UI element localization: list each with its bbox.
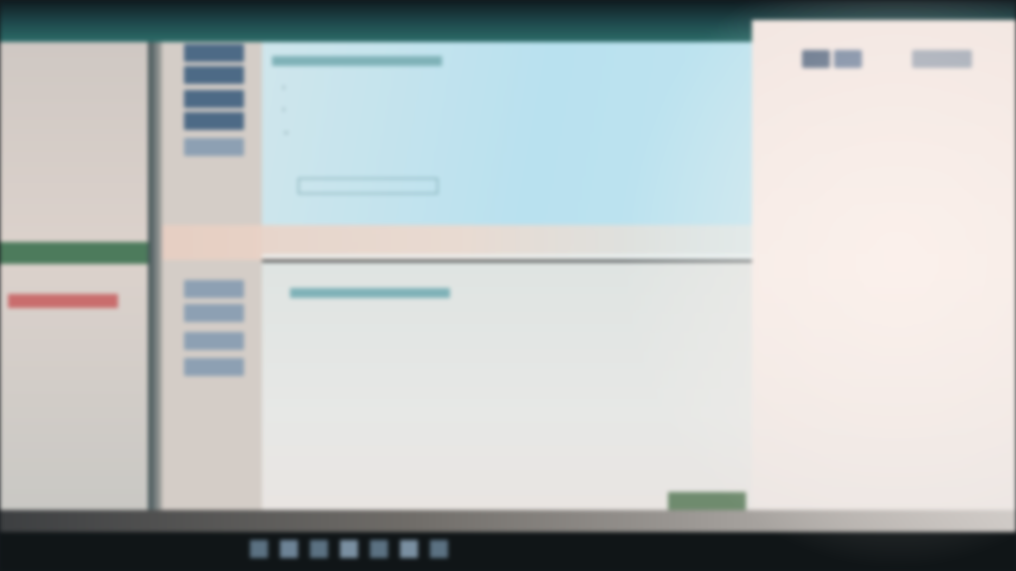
thumbnail-icon[interactable] [184,280,244,298]
thumbnail-icon[interactable] [184,358,244,376]
thumbnail-icon[interactable] [184,332,244,350]
panel-button[interactable] [912,50,972,68]
nav-item[interactable] [8,214,133,228]
tree-item[interactable]: › [282,104,422,118]
tree-item[interactable]: › [282,82,442,96]
nav-item[interactable] [8,154,133,168]
panel-divider [262,255,752,258]
taskbar-app-icon[interactable] [400,540,418,558]
monitor-screen: › › ⌄ [0,0,1016,571]
chevron-right-icon: › [282,104,286,115]
thumbnail-icon[interactable] [184,112,244,130]
taskbar-app-icon[interactable] [280,540,298,558]
panel-button[interactable] [802,50,830,68]
tree-item[interactable] [302,146,482,160]
taskbar-app-icon[interactable] [430,540,448,558]
taskbar-app-icon[interactable] [340,540,358,558]
tree-header [290,288,450,298]
tree-header [272,56,442,66]
thumbnail-icon[interactable] [184,44,244,62]
taskbar-app-icon[interactable] [370,540,388,558]
tree-item[interactable] [290,374,350,388]
chevron-down-icon: ⌄ [282,126,291,137]
monitor-photo: › › ⌄ [0,0,1016,571]
nav-item[interactable] [8,342,133,356]
tree-item[interactable] [290,344,350,358]
status-bar [0,510,1016,532]
taskbar [0,532,1016,571]
taskbar-app-icon[interactable] [310,540,328,558]
taskbar-app-icon[interactable] [250,540,268,558]
nav-item[interactable] [8,402,133,416]
tree-item[interactable] [302,206,472,220]
right-panel [752,20,1016,520]
tree-item[interactable] [290,404,360,418]
nav-item[interactable] [8,70,133,84]
thumbnail-icon[interactable] [184,304,244,322]
tree-item-selected[interactable] [298,178,438,194]
pane-splitter[interactable] [148,42,162,512]
nav-item-selected[interactable] [0,242,148,264]
chevron-right-icon: › [282,82,286,93]
nav-item[interactable] [8,182,133,196]
nav-item[interactable] [8,94,133,108]
tree-item[interactable] [290,320,440,334]
left-navigation [0,42,150,512]
nav-item[interactable] [8,120,133,134]
thumbnail-icon[interactable] [184,90,244,108]
content-pane-lower [262,262,802,512]
nav-item-alert[interactable] [8,294,118,308]
tree-item[interactable]: ⌄ [282,126,432,140]
thumbnail-column [162,42,262,512]
panel-button[interactable] [834,50,862,68]
thumbnail-icon[interactable] [184,138,244,156]
thumbnail-icon[interactable] [184,66,244,84]
